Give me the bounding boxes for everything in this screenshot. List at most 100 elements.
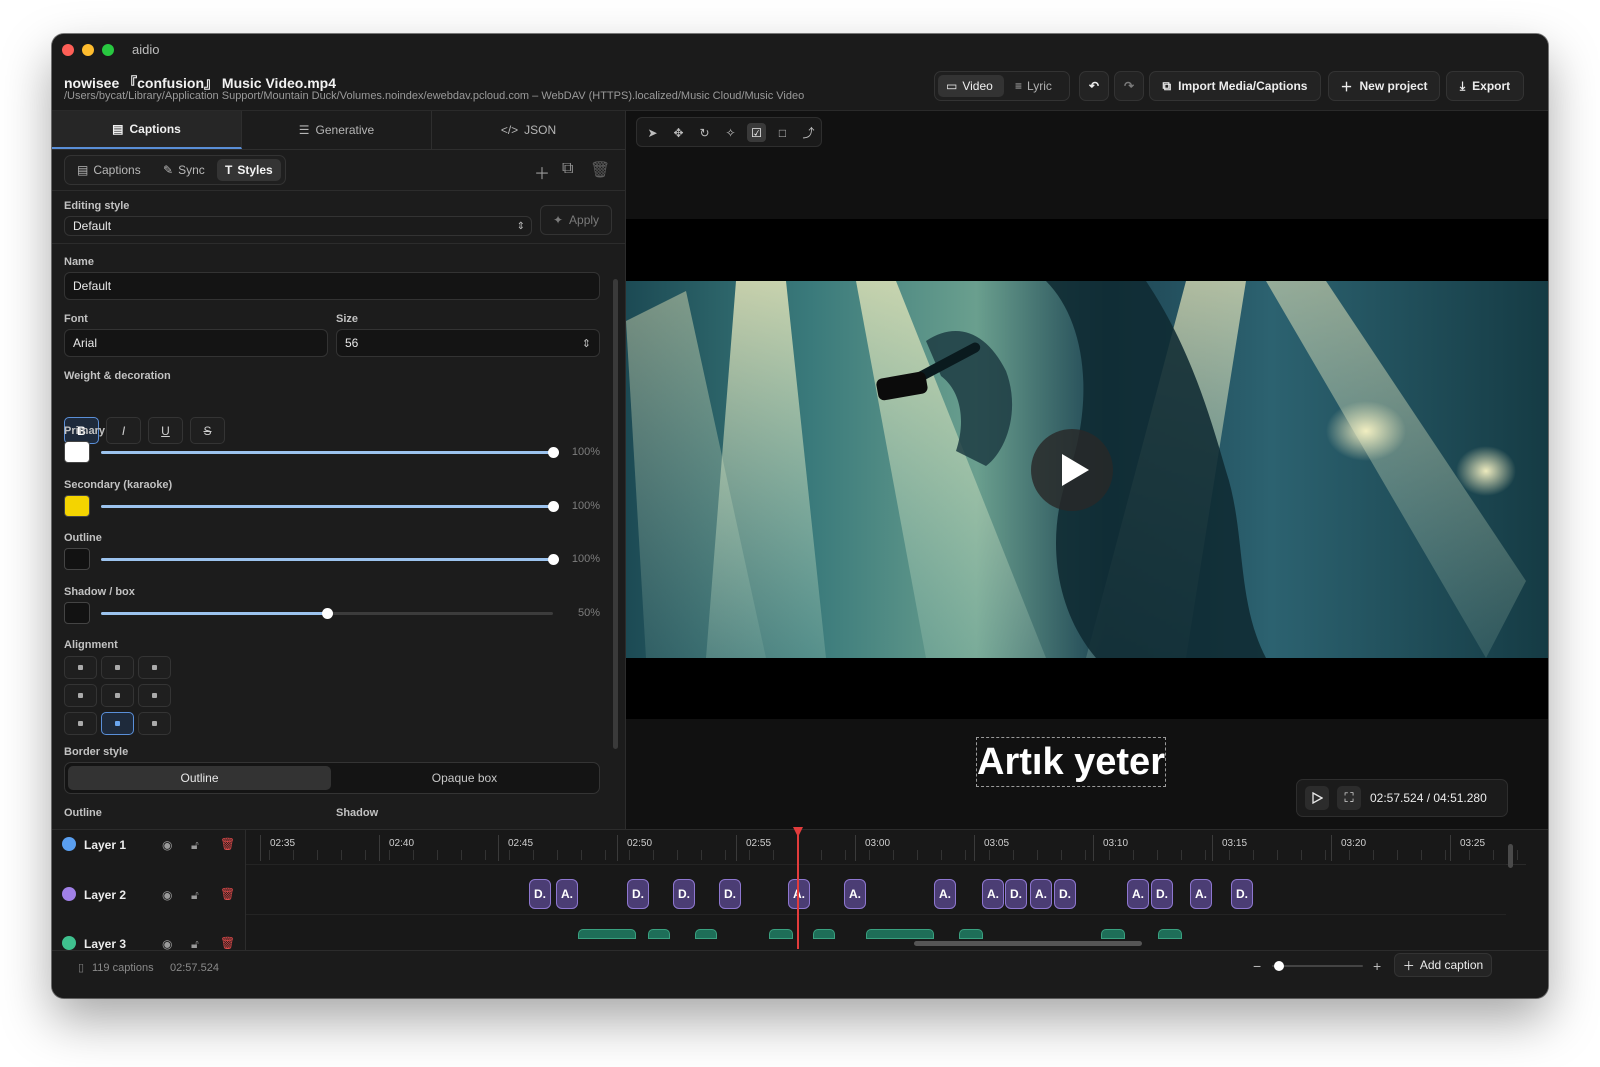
secondary-opacity-slider[interactable] bbox=[101, 501, 559, 512]
align-top-center[interactable] bbox=[101, 656, 134, 679]
tab-generative[interactable]: ☰ Generative bbox=[242, 111, 432, 149]
align-bottom-right[interactable] bbox=[138, 712, 171, 735]
caption-clip[interactable]: D. bbox=[627, 879, 649, 909]
italic-toggle[interactable]: I bbox=[106, 417, 141, 444]
caption-clip[interactable]: A. bbox=[982, 879, 1004, 909]
align-top-left[interactable] bbox=[64, 656, 97, 679]
trash-icon[interactable]: 🗑︎ bbox=[220, 887, 235, 901]
style-name-input[interactable]: Default bbox=[64, 272, 600, 300]
trash-icon[interactable]: 🗑︎ bbox=[220, 837, 235, 851]
anchor-tool-icon[interactable]: ✧ bbox=[721, 123, 740, 142]
panel-scrollbar[interactable] bbox=[613, 279, 618, 749]
editing-style-select[interactable]: Default ⇕ bbox=[64, 216, 532, 236]
caption-clip[interactable]: D. bbox=[1005, 879, 1027, 909]
caption-clip[interactable]: A. bbox=[1190, 879, 1212, 909]
outline-opacity-slider[interactable] bbox=[101, 554, 559, 565]
maximize-window-button[interactable] bbox=[102, 44, 114, 56]
align-middle-center[interactable] bbox=[101, 684, 134, 707]
caption-clip[interactable]: D. bbox=[1054, 879, 1076, 909]
primary-color-swatch[interactable] bbox=[64, 441, 90, 463]
slider-handle[interactable] bbox=[548, 554, 559, 565]
strikethrough-toggle[interactable]: S bbox=[190, 417, 225, 444]
outline-color-swatch[interactable] bbox=[64, 548, 90, 570]
lock-icon[interactable]: 🔓︎ bbox=[191, 888, 199, 903]
zoom-in-button[interactable]: + bbox=[1373, 958, 1381, 974]
undo-button[interactable]: ↶ bbox=[1079, 71, 1109, 101]
font-input[interactable]: Arial bbox=[64, 329, 328, 357]
slider-handle[interactable] bbox=[322, 608, 333, 619]
edit-box-tool-icon[interactable]: ☑ bbox=[747, 123, 766, 142]
layer-row[interactable]: Layer 2 ◉ 🔓︎ 🗑︎ bbox=[52, 880, 245, 930]
layer3-clip[interactable] bbox=[1158, 929, 1182, 939]
rotate-tool-icon[interactable]: ↻ bbox=[695, 123, 714, 142]
primary-opacity-slider[interactable] bbox=[101, 447, 559, 458]
play-overlay-button[interactable] bbox=[1031, 429, 1113, 511]
layer-row[interactable]: Layer 1 ◉ 🔓︎ 🗑︎ bbox=[52, 830, 245, 880]
new-project-button[interactable]: ＋ New project bbox=[1328, 71, 1440, 101]
caption-clip[interactable]: A. bbox=[788, 879, 810, 909]
eye-icon[interactable]: ◉ bbox=[162, 888, 172, 902]
zoom-out-button[interactable]: − bbox=[1253, 958, 1261, 974]
caption-clip[interactable]: A. bbox=[1030, 879, 1052, 909]
curve-tool-icon[interactable]: ⤴ bbox=[799, 123, 818, 142]
import-media-button[interactable]: ⧉ Import Media/Captions bbox=[1149, 71, 1321, 101]
tab-captions[interactable]: ▤ Captions bbox=[52, 111, 242, 149]
subtab-styles[interactable]: T Styles bbox=[217, 159, 281, 181]
caption-clip[interactable]: D. bbox=[673, 879, 695, 909]
align-top-right[interactable] bbox=[138, 656, 171, 679]
video-mode-button[interactable]: ▭ Video bbox=[938, 75, 1004, 97]
layer3-clip[interactable] bbox=[959, 929, 983, 939]
shadow-opacity-slider[interactable] bbox=[101, 608, 553, 619]
align-middle-right[interactable] bbox=[138, 684, 171, 707]
play-button[interactable] bbox=[1305, 786, 1329, 810]
caption-clip[interactable]: A. bbox=[1127, 879, 1149, 909]
eye-icon[interactable]: ◉ bbox=[162, 937, 172, 950]
layer3-clip[interactable] bbox=[578, 929, 636, 939]
close-window-button[interactable] bbox=[62, 44, 74, 56]
trash-icon[interactable]: 🗑︎ bbox=[220, 936, 235, 950]
size-stepper[interactable]: 56 ⇕ bbox=[336, 329, 600, 357]
time-ruler[interactable]: 02:35 02:40 02:45 02:50 02:55 03:00 03:0… bbox=[246, 830, 1526, 865]
add-caption-button[interactable]: ＋ Add caption bbox=[1394, 953, 1492, 977]
layer3-clip[interactable] bbox=[1101, 929, 1125, 939]
layer3-clip[interactable] bbox=[866, 929, 934, 939]
caption-clip[interactable]: A. bbox=[934, 879, 956, 909]
caption-clip[interactable]: D. bbox=[529, 879, 551, 909]
border-opaque-box-option[interactable]: Opaque box bbox=[333, 766, 596, 790]
lock-icon[interactable]: 🔓︎ bbox=[191, 937, 199, 950]
apply-button[interactable]: ✦ Apply bbox=[540, 205, 612, 235]
timeline-horizontal-scrollbar[interactable] bbox=[914, 941, 1142, 946]
move-tool-icon[interactable]: ✥ bbox=[669, 123, 688, 142]
layer3-clip[interactable] bbox=[648, 929, 670, 939]
lyric-mode-button[interactable]: ≡ Lyric bbox=[1007, 75, 1067, 97]
add-style-button[interactable]: ＋ bbox=[534, 160, 550, 184]
rectangle-tool-icon[interactable]: □ bbox=[773, 123, 792, 142]
minimize-window-button[interactable] bbox=[82, 44, 94, 56]
export-button[interactable]: ⤓ Export bbox=[1446, 71, 1524, 101]
underline-toggle[interactable]: U bbox=[148, 417, 183, 444]
secondary-color-swatch[interactable] bbox=[64, 495, 90, 517]
layer3-clip[interactable] bbox=[695, 929, 717, 939]
select-tool-icon[interactable]: ➤ bbox=[643, 123, 662, 142]
border-outline-option[interactable]: Outline bbox=[68, 766, 331, 790]
caption-clip[interactable]: D. bbox=[1151, 879, 1173, 909]
align-middle-left[interactable] bbox=[64, 684, 97, 707]
slider-handle[interactable] bbox=[548, 447, 559, 458]
caption-clip[interactable]: D. bbox=[719, 879, 741, 909]
subtab-sync[interactable]: ✎ Sync bbox=[155, 159, 213, 181]
subtab-captions[interactable]: ▤ Captions bbox=[69, 159, 149, 181]
duplicate-style-button[interactable]: ⧉ bbox=[562, 160, 573, 178]
playhead[interactable] bbox=[793, 827, 803, 949]
caption-preview-text[interactable]: Artık yeter bbox=[976, 737, 1166, 787]
layer3-clip[interactable] bbox=[813, 929, 835, 939]
shadow-color-swatch[interactable] bbox=[64, 602, 90, 624]
layer-row[interactable]: Layer 3 ◉ 🔓︎ 🗑︎ bbox=[52, 930, 245, 950]
tab-json[interactable]: </> JSON bbox=[432, 111, 625, 149]
zoom-slider[interactable] bbox=[1272, 961, 1363, 971]
redo-button[interactable]: ↷ bbox=[1114, 71, 1144, 101]
lock-icon[interactable]: 🔓︎ bbox=[191, 838, 199, 853]
delete-style-button[interactable]: 🗑 bbox=[590, 160, 610, 180]
caption-clip[interactable]: A. bbox=[844, 879, 866, 909]
align-bottom-center[interactable] bbox=[101, 712, 134, 735]
fullscreen-button[interactable]: ⛶ bbox=[1337, 786, 1361, 810]
